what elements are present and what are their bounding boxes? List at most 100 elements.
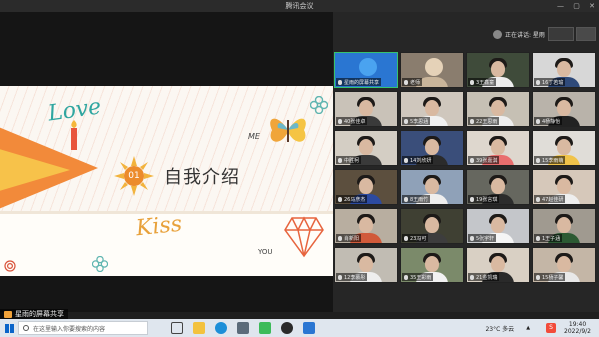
mic-icon — [536, 118, 540, 124]
participant-tile[interactable]: 肖新阳 — [334, 208, 398, 244]
avatar — [359, 58, 377, 76]
participant-name: 4杨静怡 — [542, 118, 561, 125]
participant-tile[interactable]: 16丁若瑜 — [532, 52, 596, 88]
minimize-button[interactable]: — — [557, 2, 564, 10]
participant-name-label: 4杨静怡 — [534, 117, 563, 125]
face — [491, 217, 505, 233]
face — [557, 256, 571, 272]
participant-tile[interactable]: 14刘欣妍 — [400, 130, 464, 166]
participant-name: 老师 — [410, 79, 421, 86]
participant-name: 26马彦杰 — [344, 196, 366, 203]
participant-name-label: 14刘欣妍 — [402, 156, 434, 164]
mic-icon — [536, 235, 540, 241]
participant-tile[interactable]: 5李思涵 — [400, 91, 464, 127]
face — [359, 139, 373, 155]
participant-name: 19张言琪 — [476, 196, 498, 203]
participant-tile[interactable]: 1王子涵 — [532, 208, 596, 244]
clock[interactable]: 19:40 2022/9/2 — [564, 321, 591, 335]
participant-tile[interactable]: 40张佳卓 — [334, 91, 398, 127]
you-text-decoration: YOU — [258, 248, 273, 256]
participant-name: 21金凯瑞 — [476, 274, 498, 281]
participant-panel: 正在讲话: 星雨 星雨的屏幕共享 老师 3王鑫童 16丁若瑜 40张佳卓 5李思涵 22王思… — [333, 12, 599, 312]
participant-name: 8王雨竹 — [410, 196, 429, 203]
participant-tile[interactable]: 星雨的屏幕共享 — [334, 52, 398, 88]
self-view-thumbnail-2[interactable] — [576, 27, 596, 41]
search-box[interactable]: 在这里输入你要搜索的内容 — [18, 321, 148, 335]
swirl-icon — [4, 260, 16, 272]
butterfly-icon — [270, 118, 306, 142]
self-view-thumbnail[interactable] — [548, 27, 574, 41]
participant-tile[interactable]: 15李雨萌 — [532, 130, 596, 166]
wechat-icon[interactable] — [259, 322, 271, 334]
mic-icon — [404, 118, 408, 124]
participant-tile[interactable]: 3王鑫童 — [466, 52, 530, 88]
maximize-button[interactable]: ▢ — [573, 2, 580, 10]
participant-name-label: 肖新阳 — [336, 234, 362, 242]
participant-name-label: 5张宇轩 — [468, 234, 497, 242]
participant-name: 5李思涵 — [410, 118, 429, 125]
edge-icon[interactable] — [215, 322, 227, 334]
window-controls: — ▢ ✕ — [550, 0, 595, 12]
presenter-name: 星雨的屏幕共享 — [15, 310, 64, 318]
face — [359, 100, 373, 116]
participant-tile[interactable]: 5张宇轩 — [466, 208, 530, 244]
face — [359, 217, 373, 233]
participant-tile[interactable]: 21金凯瑞 — [466, 247, 530, 283]
mic-icon — [470, 118, 474, 124]
mic-icon — [470, 157, 474, 163]
participant-name: 23冯可 — [410, 235, 427, 242]
windows-logo-icon — [4, 323, 14, 333]
speaking-indicator: 正在讲话: 星雨 — [493, 28, 545, 40]
participant-tile[interactable]: 12李慕彤 — [334, 247, 398, 283]
participant-name-label: 19张言琪 — [468, 195, 500, 203]
mic-icon — [536, 196, 540, 202]
participant-name-label: 26马彦杰 — [336, 195, 368, 203]
system-tray: 23°C 多云 ▲ S 19:40 2022/9/2 — [485, 319, 599, 337]
file-explorer-icon[interactable] — [193, 322, 205, 334]
face — [491, 178, 505, 194]
weather-widget[interactable]: 23°C 多云 — [485, 324, 514, 333]
start-button[interactable] — [0, 319, 18, 337]
search-placeholder: 在这里输入你要搜索的内容 — [33, 325, 106, 333]
participant-tile[interactable]: 4杨静怡 — [532, 91, 596, 127]
participant-tile[interactable]: 39张嘉淇 — [466, 130, 530, 166]
participant-name: 16丁若瑜 — [542, 79, 564, 86]
search-icon — [23, 325, 29, 331]
participant-name: 3王鑫童 — [476, 79, 495, 86]
candle-icon — [71, 120, 77, 150]
participant-tile[interactable]: 26马彦杰 — [334, 169, 398, 205]
participant-name: 15李雨萌 — [542, 157, 564, 164]
participant-name-label: 星雨的屏幕共享 — [336, 78, 382, 86]
participant-name: 35王彩雨 — [410, 274, 432, 281]
tray-expand-icon[interactable]: ▲ — [526, 325, 530, 331]
presenter-label: 星雨的屏幕共享 — [0, 309, 68, 319]
mic-icon — [536, 157, 540, 163]
tencent-meeting-icon[interactable] — [303, 322, 315, 334]
participant-tile[interactable]: 47赵佳研 — [532, 169, 596, 205]
participant-tile[interactable]: 中胜柯 — [334, 130, 398, 166]
close-button[interactable]: ✕ — [589, 2, 595, 10]
participant-tile[interactable]: 23冯可 — [400, 208, 464, 244]
participant-name-label: 15杨子馨 — [534, 273, 566, 281]
mic-icon — [338, 118, 342, 124]
task-view-icon[interactable] — [171, 322, 183, 334]
participant-name: 5张宇轩 — [476, 235, 495, 242]
avatar — [493, 29, 502, 39]
participant-tile[interactable]: 老师 — [400, 52, 464, 88]
face — [491, 139, 505, 155]
qq-icon[interactable] — [281, 322, 293, 334]
participant-tile[interactable]: 8王雨竹 — [400, 169, 464, 205]
participant-tile[interactable]: 15杨子馨 — [532, 247, 596, 283]
participant-tile[interactable]: 35王彩雨 — [400, 247, 464, 283]
participant-tile[interactable]: 19张言琪 — [466, 169, 530, 205]
mic-icon — [536, 79, 540, 85]
face — [425, 256, 439, 272]
face — [491, 61, 505, 77]
windows-taskbar: 在这里输入你要搜索的内容 23°C 多云 ▲ S 19:40 2022/9/2 — [0, 319, 599, 337]
ime-icon[interactable]: S — [546, 323, 557, 333]
slide-title-group: 01 自我介绍 — [114, 156, 240, 196]
participant-name-label: 16丁若瑜 — [534, 78, 566, 86]
participant-tile[interactable]: 22王思雨 — [466, 91, 530, 127]
store-icon[interactable] — [237, 322, 249, 334]
participant-name-label: 12李慕彤 — [336, 273, 368, 281]
